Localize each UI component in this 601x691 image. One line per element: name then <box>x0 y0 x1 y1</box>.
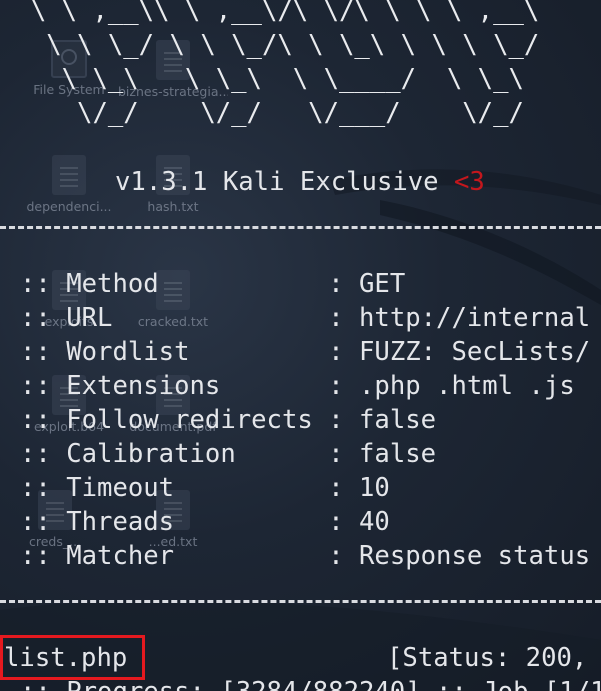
config-value: : FUZZ: SecLists/ <box>328 337 591 367</box>
config-row: :: Follow redirects : false <box>20 403 436 437</box>
ascii-banner-line: \/_/ \/_/ \/___/ \/_/ <box>0 98 524 128</box>
version-text: v1.3.1 Kali Exclusive <box>115 167 439 197</box>
config-key: :: Timeout <box>20 473 329 503</box>
config-value: : Response status <box>328 541 591 571</box>
config-key: :: Extensions <box>20 371 329 401</box>
result-status: [Status: 200, <box>387 643 588 673</box>
config-row: :: Method : GET <box>20 267 405 301</box>
config-value: : 10 <box>328 473 390 503</box>
config-row: :: Timeout : 10 <box>20 471 390 505</box>
config-value: : false <box>328 405 437 435</box>
config-value: : 40 <box>328 507 390 537</box>
separator-top <box>0 226 601 229</box>
config-key: :: Method <box>20 269 329 299</box>
ascii-banner-line: \ \ ,__\\ \ ,__\/\ \/\ \ \ \ ,__\ <box>0 0 540 26</box>
config-key: :: Threads <box>20 507 329 537</box>
config-value: : http://internal <box>328 303 591 333</box>
config-key: :: URL <box>20 303 329 333</box>
config-row: :: Threads : 40 <box>20 505 390 539</box>
config-row: :: URL : http://internal <box>20 301 590 335</box>
config-value: : .php .html .js <box>328 371 575 401</box>
result-highlight-box <box>0 635 145 680</box>
version-line: v1.3.1 Kali Exclusive <3 <box>115 165 485 199</box>
config-row: :: Calibration : false <box>20 437 436 471</box>
config-value: : false <box>328 439 437 469</box>
config-value: : GET <box>328 269 406 299</box>
config-row: :: Wordlist : FUZZ: SecLists/ <box>20 335 590 369</box>
config-key: :: Calibration <box>20 439 329 469</box>
ascii-banner-line: \ \_\ \ \_\ \ \____/ \ \_\ <box>0 64 524 94</box>
config-key: :: Follow redirects <box>20 405 329 435</box>
config-row: :: Matcher : Response status <box>20 539 590 573</box>
ascii-banner-line: \ \ \_/ \ \ \_/\ \ \_\ \ \ \ \_/ <box>0 30 540 60</box>
config-key: :: Wordlist <box>20 337 329 367</box>
config-row: :: Extensions : .php .html .js <box>20 369 575 403</box>
separator-bottom <box>0 600 601 603</box>
terminal-output[interactable]: \ \ ,__\\ \ ,__\/\ \/\ \ \ \ ,__\ \ \ \_… <box>0 0 601 691</box>
heart-text: <3 <box>454 167 485 197</box>
config-key: :: Matcher <box>20 541 329 571</box>
